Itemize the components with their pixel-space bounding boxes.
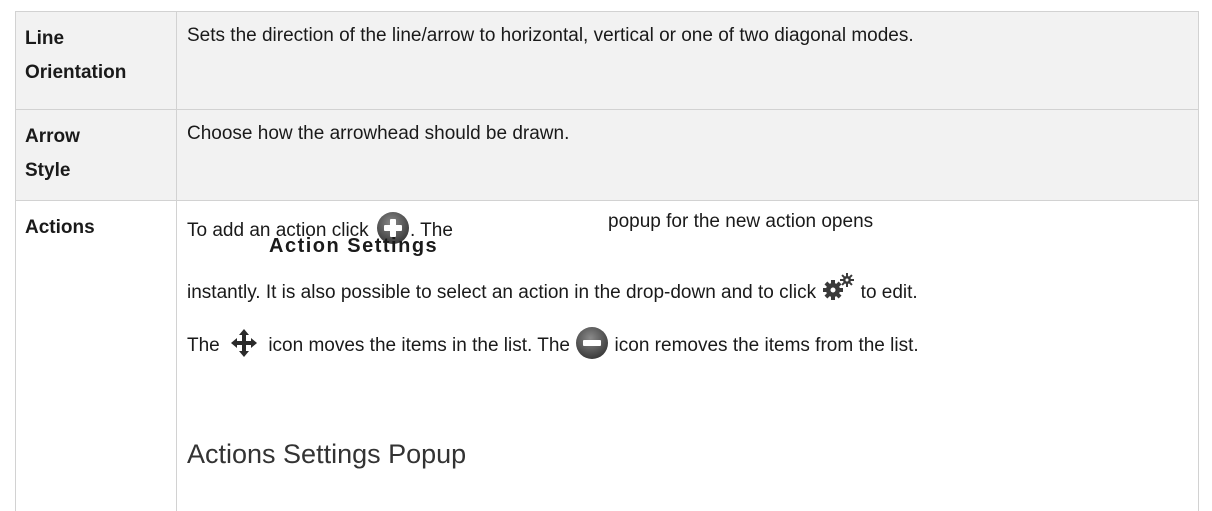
action-settings-label: Action Settings: [269, 235, 439, 257]
term-line: Style: [25, 160, 71, 181]
document-page: Line Orientation Sets the direction of t…: [0, 0, 1212, 511]
move-arrows-icon: [231, 329, 258, 363]
description-cell: To add an action click . The Action Sett…: [176, 201, 1199, 511]
term-label: Line Orientation: [25, 22, 175, 90]
description-text: Sets the direction of the line/arrow to …: [187, 25, 914, 46]
remove-circle-icon: [575, 326, 609, 366]
description-cell: Sets the direction of the line/arrow to …: [176, 12, 1199, 110]
description-text: Choose how the arrowhead should be drawn…: [187, 123, 570, 144]
term-label: Actions: [25, 217, 95, 238]
description-text: icon moves the items in the list. The: [268, 335, 570, 356]
description-line: popup for the new action opens: [608, 211, 873, 233]
table-row: Line Orientation Sets the direction of t…: [15, 11, 1199, 110]
term-cell: Line Orientation: [15, 12, 177, 110]
term-line: Line: [25, 28, 65, 49]
description-line: instantly. It is also possible to select…: [187, 273, 918, 308]
description-text: popup for the new action opens: [608, 211, 874, 232]
description-text: icon removes the items from the list.: [614, 335, 919, 356]
description-cell: Choose how the arrowhead should be drawn…: [176, 110, 1199, 201]
term-label: Arrow Style: [25, 120, 175, 188]
description-text: to edit.: [860, 282, 918, 303]
description-line: The icon moves the items in the list. Th…: [187, 326, 919, 366]
table-row: Actions To add an action click . The Act…: [15, 200, 1199, 511]
gears-icon: [821, 272, 855, 308]
term-cell: Arrow Style: [15, 110, 177, 201]
description-text: The: [187, 335, 220, 356]
term-line: Arrow: [25, 126, 80, 147]
section-heading: Actions Settings Popup: [187, 439, 467, 469]
description-text: instantly. It is also possible to select…: [187, 282, 817, 303]
table-row: Arrow Style Choose how the arrowhead sho…: [15, 109, 1199, 201]
term-line: Orientation: [25, 62, 127, 83]
term-cell: Actions: [15, 201, 177, 511]
